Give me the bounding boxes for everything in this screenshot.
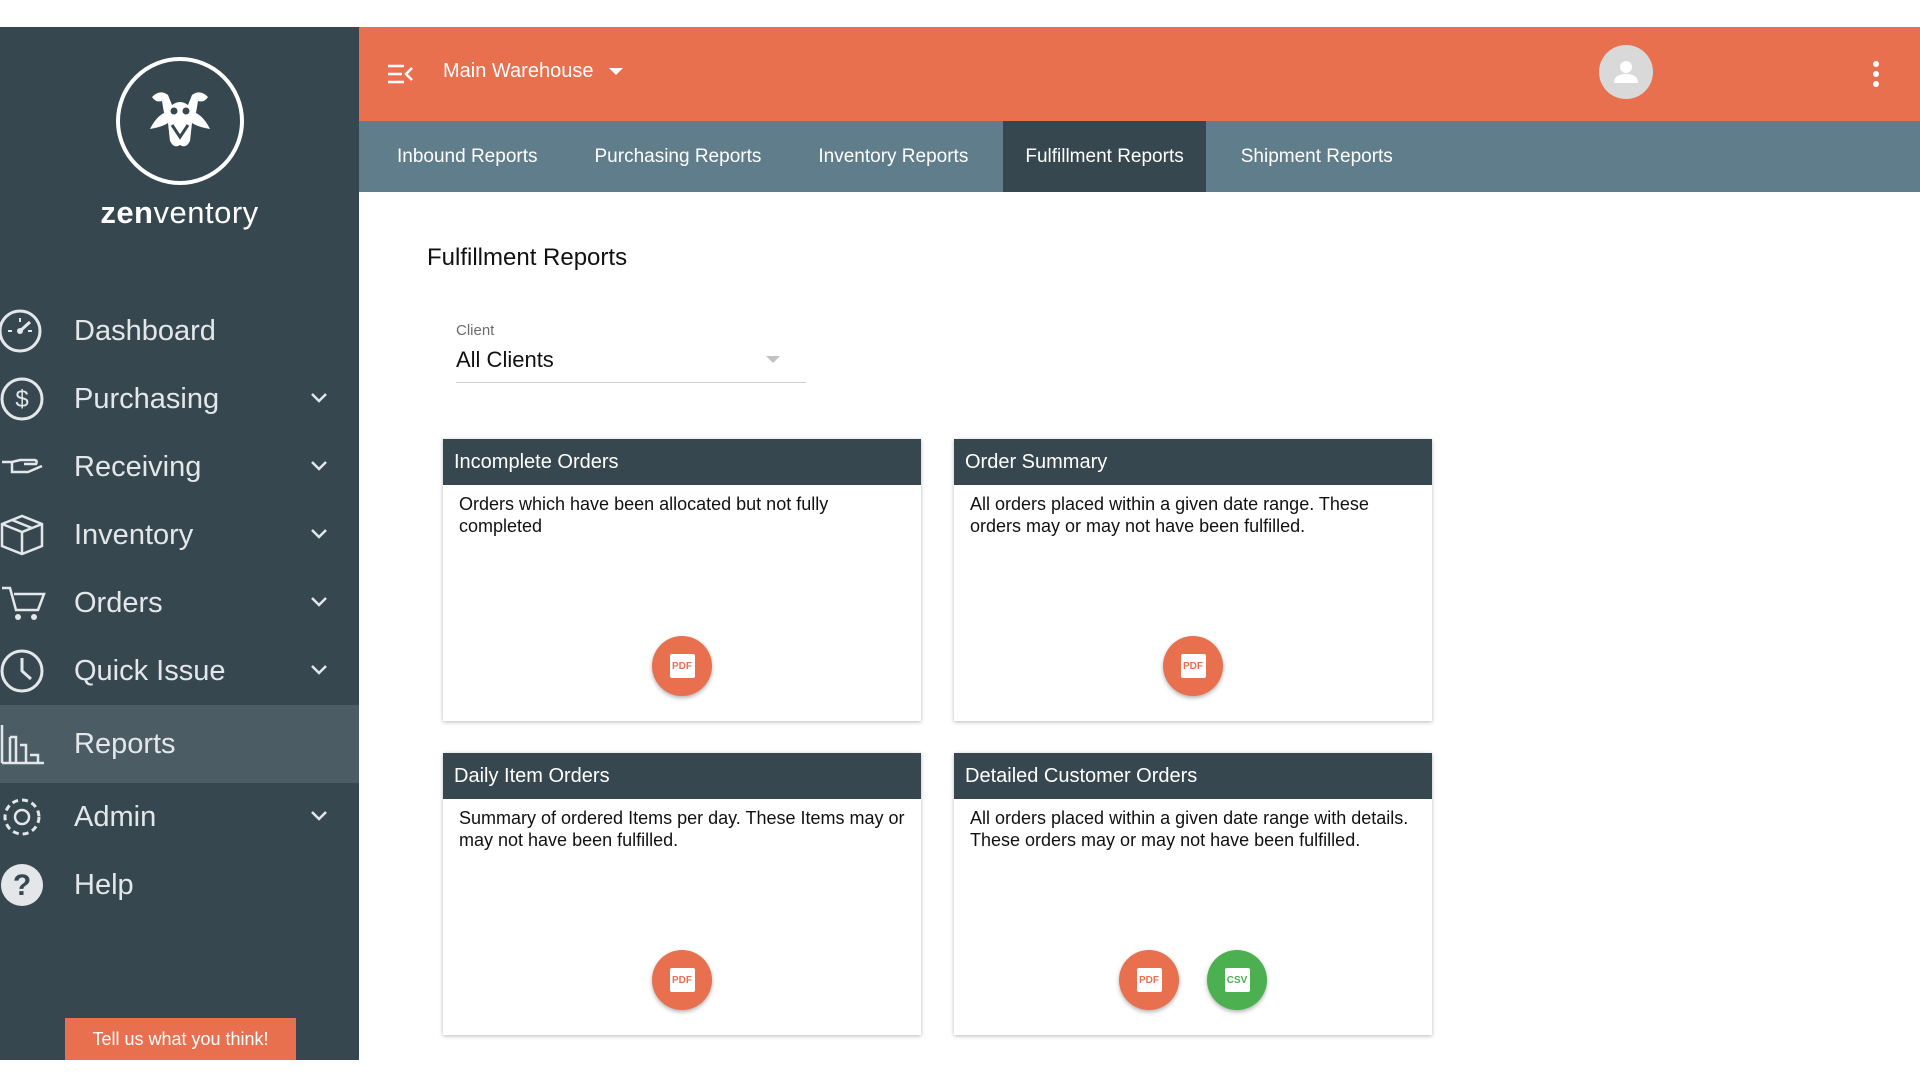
sidebar-item-label: Reports xyxy=(74,727,176,760)
page-title: Fulfillment Reports xyxy=(427,244,628,271)
sidebar-item-label: Inventory xyxy=(74,518,194,551)
pdf-file-icon: PDF xyxy=(1136,968,1162,992)
report-card-detailed-customer-orders: Detailed Customer Orders All orders plac… xyxy=(954,753,1432,1035)
tab-purchasing-reports[interactable]: Purchasing Reports xyxy=(573,121,784,192)
sidebar-item-dashboard[interactable]: Dashboard xyxy=(0,297,359,365)
warehouse-selector[interactable]: Main Warehouse xyxy=(443,60,624,83)
sidebar-item-label: Receiving xyxy=(74,450,202,483)
pdf-file-icon: PDF xyxy=(669,654,695,678)
main-content: Fulfillment Reports Client All Clients I… xyxy=(359,192,1920,1060)
sidebar-item-reports[interactable]: Reports xyxy=(0,705,359,783)
report-card-description: All orders placed within a given date ra… xyxy=(970,494,1369,536)
csv-file-icon: CSV xyxy=(1224,968,1250,992)
report-card-incomplete-orders: Incomplete Orders Orders which have been… xyxy=(443,439,921,721)
chevron-down-icon xyxy=(311,529,327,539)
user-icon xyxy=(1614,61,1638,83)
chevron-down-icon xyxy=(311,811,327,821)
app-window: zenventory Dashboard $ Purchasing Receiv… xyxy=(0,27,1920,1060)
gear-icon xyxy=(0,794,46,840)
report-card-daily-item-orders: Daily Item Orders Summary of ordered Ite… xyxy=(443,753,921,1035)
chevron-down-icon xyxy=(311,461,327,471)
report-card-description: Summary of ordered Items per day. These … xyxy=(459,808,905,850)
caret-down-icon xyxy=(766,356,780,363)
logo-wordmark: zenventory xyxy=(100,195,259,230)
report-tabs: Inbound Reports Purchasing Reports Inven… xyxy=(359,121,1920,192)
report-card-description: All orders placed within a given date ra… xyxy=(970,808,1409,850)
sidebar-item-label: Admin xyxy=(74,800,157,833)
logo-emblem-icon xyxy=(115,57,244,185)
feedback-button[interactable]: Tell us what you think! xyxy=(65,1018,296,1060)
dollar-icon: $ xyxy=(0,376,46,422)
pdf-file-icon: PDF xyxy=(669,968,695,992)
warehouse-name: Main Warehouse xyxy=(443,60,594,82)
svg-text:$: $ xyxy=(15,386,28,413)
sidebar-item-quick-issue[interactable]: Quick Issue xyxy=(0,637,359,705)
sidebar-item-label: Purchasing xyxy=(74,382,220,415)
tab-inbound-reports[interactable]: Inbound Reports xyxy=(375,121,560,192)
sidebar-item-label: Quick Issue xyxy=(74,654,226,687)
sidebar-item-inventory[interactable]: Inventory xyxy=(0,501,359,569)
client-label: Client xyxy=(456,322,495,339)
client-select[interactable]: All Clients xyxy=(456,347,806,383)
tab-inventory-reports[interactable]: Inventory Reports xyxy=(796,121,990,192)
chevron-down-icon xyxy=(311,597,327,607)
top-bar: Main Warehouse xyxy=(359,27,1920,121)
sidebar-item-purchasing[interactable]: $ Purchasing xyxy=(0,365,359,433)
sidebar-item-help[interactable]: ? Help xyxy=(0,851,359,919)
sidebar-item-receiving[interactable]: Receiving xyxy=(0,433,359,501)
caret-down-icon xyxy=(609,68,624,75)
avatar[interactable] xyxy=(1599,45,1653,99)
report-card-title: Incomplete Orders xyxy=(443,439,921,485)
report-card-description: Orders which have been allocated but not… xyxy=(459,494,829,536)
download-pdf-button[interactable]: PDF xyxy=(1119,950,1179,1010)
clock-icon xyxy=(0,648,46,694)
bar-chart-icon xyxy=(0,721,46,767)
download-pdf-button[interactable]: PDF xyxy=(1163,636,1223,696)
chevron-down-icon xyxy=(311,393,327,403)
logo[interactable]: zenventory xyxy=(0,57,359,231)
sidebar: zenventory Dashboard $ Purchasing Receiv… xyxy=(0,27,359,1060)
download-csv-button[interactable]: CSV xyxy=(1207,950,1267,1010)
report-card-order-summary: Order Summary All orders placed within a… xyxy=(954,439,1432,721)
sidebar-nav: Dashboard $ Purchasing Receiving Invento… xyxy=(0,297,359,919)
tab-fulfillment-reports[interactable]: Fulfillment Reports xyxy=(1003,121,1206,192)
sidebar-item-label: Orders xyxy=(74,586,163,619)
cart-icon xyxy=(0,580,46,626)
report-card-title: Detailed Customer Orders xyxy=(954,753,1432,799)
box-icon xyxy=(0,512,46,558)
pdf-file-icon: PDF xyxy=(1180,654,1206,678)
tab-shipment-reports[interactable]: Shipment Reports xyxy=(1219,121,1415,192)
sidebar-item-orders[interactable]: Orders xyxy=(0,569,359,637)
svg-text:?: ? xyxy=(13,869,31,902)
sidebar-item-label: Help xyxy=(74,868,134,901)
download-pdf-button[interactable]: PDF xyxy=(652,636,712,696)
report-card-title: Daily Item Orders xyxy=(443,753,921,799)
chevron-down-icon xyxy=(311,665,327,675)
client-filter: Client All Clients xyxy=(456,322,806,383)
menu-collapse-icon[interactable] xyxy=(387,62,413,86)
dashboard-gauge-icon xyxy=(0,308,46,354)
more-vert-icon[interactable] xyxy=(1871,61,1881,87)
download-pdf-button[interactable]: PDF xyxy=(652,950,712,1010)
sidebar-item-admin[interactable]: Admin xyxy=(0,783,359,851)
client-select-value: All Clients xyxy=(456,347,554,372)
sidebar-item-label: Dashboard xyxy=(74,314,216,347)
help-icon: ? xyxy=(0,862,46,908)
hand-receive-icon xyxy=(0,444,46,490)
report-card-title: Order Summary xyxy=(954,439,1432,485)
